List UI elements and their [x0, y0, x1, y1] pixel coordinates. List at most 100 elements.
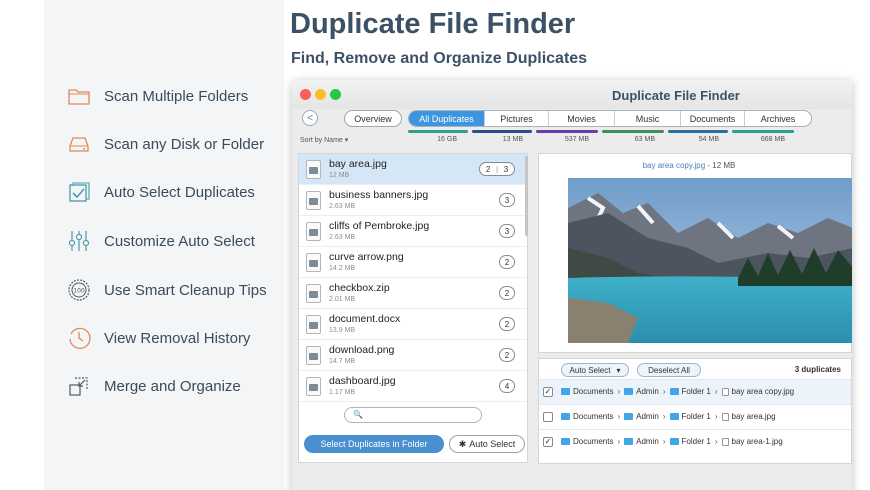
sliders-icon	[64, 227, 94, 255]
disk-icon	[64, 130, 94, 158]
tab-archives[interactable]: Archives	[745, 111, 811, 126]
list-item[interactable]: business banners.jpg 2.63 MB 3	[299, 185, 527, 216]
list-item[interactable]: checkbox.zip 2.01 MB 2	[299, 278, 527, 309]
image-file-icon	[306, 253, 321, 272]
image-file-icon	[306, 377, 321, 396]
sort-dropdown[interactable]: Sort by Name ▾	[300, 136, 348, 144]
list-item[interactable]: document.docx 13.9 MB 2	[299, 309, 527, 340]
folder-icon	[624, 388, 634, 395]
minimize-window-button[interactable]	[315, 89, 326, 100]
back-button[interactable]: <	[302, 110, 318, 126]
hero-title: Duplicate File Finder	[290, 8, 576, 40]
category-size-bars	[408, 130, 798, 133]
bar-all	[408, 130, 468, 133]
feature-removal-history: View Removal History	[64, 324, 250, 352]
close-window-button[interactable]	[300, 89, 311, 100]
folder-icon	[561, 438, 570, 445]
table-row[interactable]: Documents › Admin › Folder 1 › bay area.jpg	[539, 404, 851, 429]
svg-text:100: 100	[73, 288, 85, 295]
duplicate-count-badge: 3	[499, 224, 515, 238]
list-scrollbar[interactable]	[525, 156, 528, 236]
image-file-icon	[306, 222, 321, 241]
duplicate-count-badge: 2	[499, 255, 515, 269]
list-item[interactable]: download.png 14.7 MB 2	[299, 340, 527, 371]
file-path: Documents › Admin › Folder 1 › bay area cop…	[561, 387, 794, 396]
hero-subtitle: Find, Remove and Organize Duplicates	[291, 50, 588, 67]
list-item[interactable]: dashboard.jpg 1.17 MB 4	[299, 371, 527, 402]
list-actions: Select Duplicates in Folder ✱ Auto Select	[292, 430, 530, 466]
table-row[interactable]: ✓ Documents › Admin › Folder 1 › bay area c…	[539, 379, 851, 404]
auto-select-button[interactable]: ✱ Auto Select	[449, 435, 525, 453]
row-checkbox[interactable]: ✓	[543, 387, 553, 397]
preview-pane: bay area copy.jpg - 12 MB	[538, 153, 852, 353]
wand-icon: ✱	[458, 438, 467, 449]
size-music: 63 MB	[634, 136, 655, 143]
tab-music[interactable]: Music	[615, 111, 681, 126]
duplicate-count-badge: 2	[499, 286, 515, 300]
list-item[interactable]: bay area.jpg 12 MB 2 | 3	[299, 154, 527, 185]
category-sizes: Sort by Name ▾ 16 GB 13 MB 537 MB 63 MB …	[292, 136, 852, 148]
duplicates-count: 3 duplicates	[794, 365, 841, 374]
feature-cleanup-tips: 100 Use Smart Cleanup Tips	[64, 276, 267, 304]
preview-image	[568, 178, 852, 343]
duplicate-count-badge: 3	[499, 193, 515, 207]
feature-scan-disk: Scan any Disk or Folder	[64, 130, 264, 158]
bar-movies	[536, 130, 598, 133]
duplicate-count-badge: 2 | 3	[479, 162, 515, 176]
bar-pictures	[472, 130, 532, 133]
folder-icon	[624, 438, 634, 445]
size-movies: 537 MB	[564, 136, 589, 143]
checkbox-icon	[64, 178, 94, 206]
duplicate-count-badge: 2	[499, 317, 515, 331]
title-bar: Duplicate File Finder	[292, 80, 852, 110]
folder-icon	[624, 413, 634, 420]
feature-merge: Merge and Organize	[64, 372, 241, 400]
tab-documents[interactable]: Documents	[681, 111, 745, 126]
auto-select-dropdown[interactable]: Auto Select ▾	[561, 363, 629, 377]
row-checkbox[interactable]	[543, 412, 553, 422]
image-file-icon	[721, 412, 729, 421]
folder-icon	[669, 438, 679, 445]
search-input[interactable]: 🔍	[344, 407, 482, 423]
overview-button[interactable]: Overview	[344, 110, 402, 127]
chevron-down-icon: ▾	[616, 365, 621, 375]
category-toolbar: < Overview All Duplicates Pictures Movie…	[292, 109, 852, 149]
folder-icon	[561, 388, 570, 395]
folder-icon	[669, 413, 679, 420]
zoom-window-button[interactable]	[330, 89, 341, 100]
size-pictures: 13 MB	[502, 136, 523, 143]
size-archives: 668 MB	[760, 136, 785, 143]
image-file-icon	[306, 346, 321, 365]
folder-icon	[561, 413, 570, 420]
file-path: Documents › Admin › Folder 1 › bay area.jpg	[561, 412, 776, 421]
size-documents: 54 MB	[698, 136, 719, 143]
file-path: Documents › Admin › Folder 1 › bay area-1.j…	[561, 437, 783, 446]
duplicates-toolbar: Auto Select ▾ Deselect All 3 duplicates	[539, 359, 851, 379]
list-item[interactable]: cliffs of Pembroke.jpg 2.63 MB 3	[299, 216, 527, 247]
clock-icon	[64, 324, 94, 352]
row-checkbox[interactable]: ✓	[543, 437, 553, 447]
bar-music	[602, 130, 664, 133]
image-file-icon	[306, 191, 321, 210]
list-item[interactable]: curve arrow.png 14.2 MB 2	[299, 247, 527, 278]
deselect-all-button[interactable]: Deselect All	[637, 363, 701, 377]
window-title: Duplicate File Finder	[612, 88, 740, 103]
bar-documents	[668, 130, 728, 133]
tab-all-duplicates[interactable]: All Duplicates	[409, 111, 485, 126]
table-row[interactable]: ✓ Documents › Admin › Folder 1 › bay area-1…	[539, 429, 851, 454]
image-file-icon	[721, 437, 729, 446]
merge-icon	[64, 372, 94, 400]
feature-auto-select: Auto Select Duplicates	[64, 178, 255, 206]
feature-scan-folders: Scan Multiple Folders	[64, 82, 248, 110]
folder-icon	[669, 388, 679, 395]
category-tabs: All Duplicates Pictures Movies Music Doc…	[408, 110, 812, 127]
preview-caption: bay area copy.jpg - 12 MB	[642, 161, 736, 170]
duplicates-panel: Auto Select ▾ Deselect All 3 duplicates ✓…	[538, 358, 852, 464]
size-all: 16 GB	[437, 136, 457, 143]
archive-file-icon	[306, 284, 321, 303]
tab-movies[interactable]: Movies	[549, 111, 615, 126]
badge-100-icon: 100	[64, 276, 94, 304]
bar-archives	[732, 130, 794, 133]
select-duplicates-in-folder-button[interactable]: Select Duplicates in Folder	[304, 435, 444, 453]
tab-pictures[interactable]: Pictures	[485, 111, 549, 126]
